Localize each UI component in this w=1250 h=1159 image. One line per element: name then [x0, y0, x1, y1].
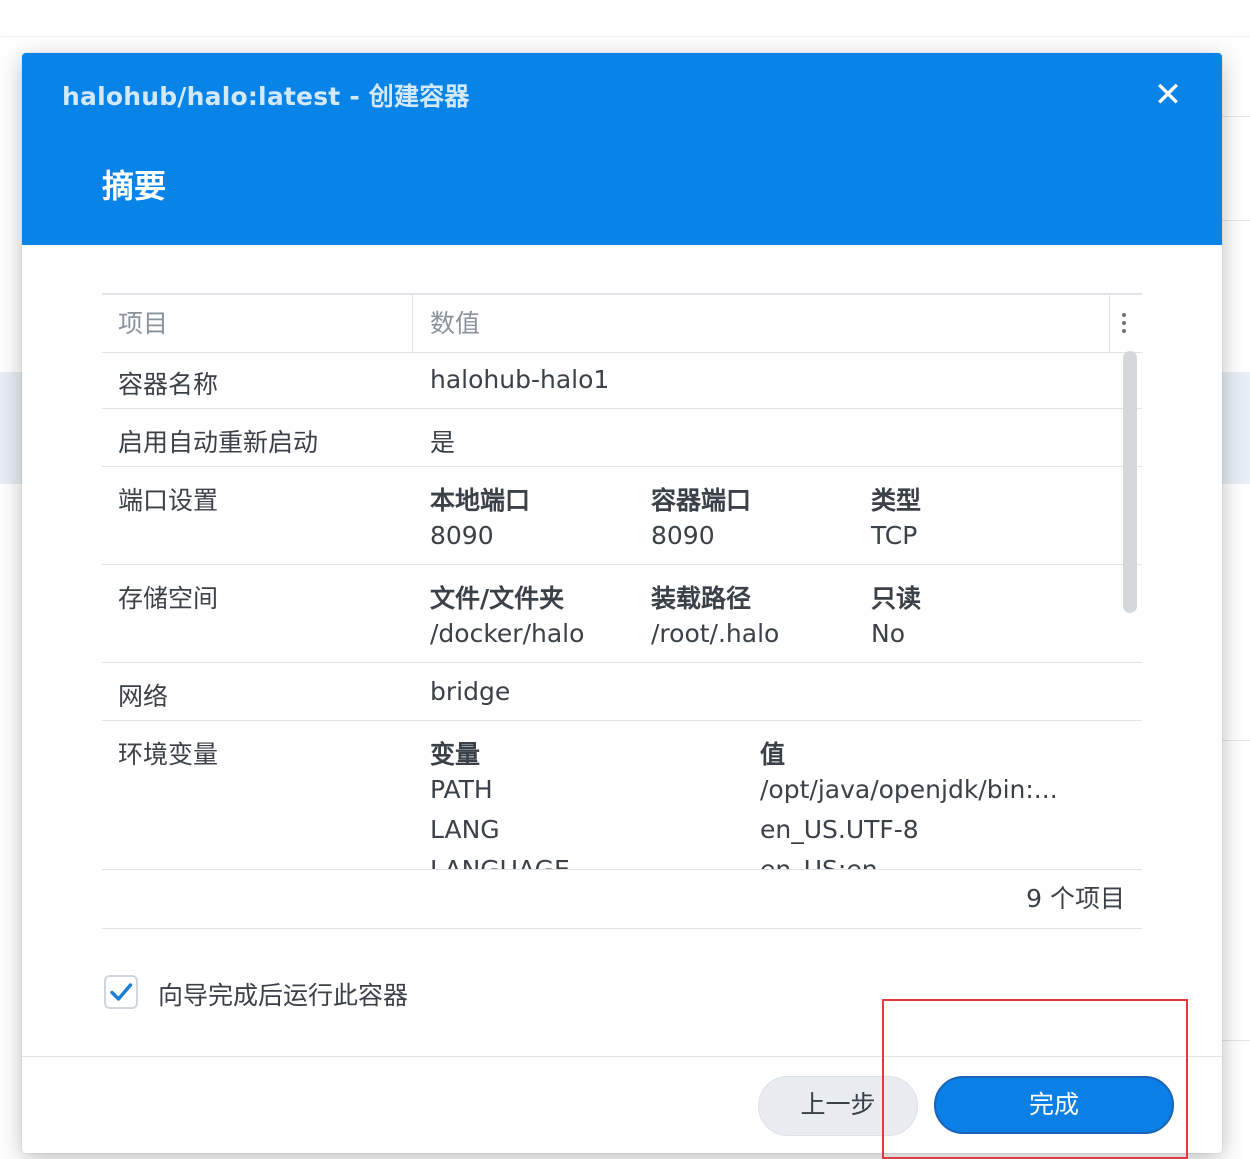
sub-header: 文件/文件夹 [430, 584, 565, 613]
env-var-name: PATH [430, 775, 493, 804]
port-container-value: 8090 [651, 521, 715, 550]
row-value: 是 [430, 428, 456, 457]
env-var-name: LANG [430, 815, 500, 844]
dialog-header: halohub/halo:latest - 创建容器 ✕ 摘要 [22, 53, 1222, 245]
item-count: 9 个项目 [1026, 884, 1125, 913]
table-row: 存储空间 文件/文件夹 装载路径 只读 /docker/halo /root/.… [102, 565, 1142, 663]
column-divider[interactable] [1109, 295, 1110, 352]
storage-folder-value: /docker/halo [430, 619, 585, 648]
summary-table: 项目 数值 容器名称 halohub-halo1 启用自动重新启动 是 端口设置… [102, 293, 1142, 929]
checkmark-icon [110, 983, 133, 1001]
table-row: 启用自动重新启动 是 [102, 409, 1142, 467]
env-var-value: en_US.UTF-8 [760, 815, 919, 844]
close-icon[interactable]: ✕ [1148, 75, 1188, 115]
storage-mount-path-value: /root/.halo [651, 619, 780, 648]
step-title: 摘要 [102, 167, 167, 205]
column-divider[interactable] [412, 295, 413, 352]
sub-header: 类型 [871, 486, 922, 515]
table-row: 网络 bridge [102, 663, 1142, 721]
row-label: 容器名称 [118, 370, 219, 399]
row-label: 存储空间 [118, 584, 219, 613]
env-var-value: en_US:en [760, 855, 878, 869]
sub-header: 值 [760, 740, 786, 769]
port-local-value: 8090 [430, 521, 494, 550]
sub-header: 容器端口 [651, 486, 752, 515]
sub-header: 只读 [871, 584, 922, 613]
row-label: 端口设置 [118, 486, 219, 515]
row-label: 启用自动重新启动 [118, 428, 319, 457]
sub-header: 本地端口 [430, 486, 531, 515]
dialog-title: halohub/halo:latest - 创建容器 [62, 82, 470, 111]
sub-header: 装载路径 [651, 584, 752, 613]
row-label: 环境变量 [118, 740, 219, 769]
column-header-item[interactable]: 项目 [118, 295, 168, 352]
table-header: 项目 数值 [102, 293, 1142, 353]
table-footer: 9 个项目 [102, 869, 1142, 929]
row-label: 网络 [118, 682, 169, 711]
more-options-icon[interactable] [1118, 309, 1130, 339]
port-type-value: TCP [871, 521, 918, 550]
run-after-wizard-checkbox[interactable] [104, 975, 138, 1009]
table-row: 环境变量 变量 值 PATH /opt/java/openjdk/bin:...… [102, 721, 1142, 869]
table-scrollbar[interactable] [1123, 351, 1137, 613]
highlight-box [882, 999, 1188, 1159]
table-body[interactable]: 容器名称 halohub-halo1 启用自动重新启动 是 端口设置 本地端口 … [102, 351, 1142, 869]
background-app-topbar [0, 0, 1250, 37]
env-var-name: LANGUAGE [430, 855, 570, 869]
row-value: bridge [430, 677, 511, 706]
table-row: 容器名称 halohub-halo1 [102, 351, 1142, 409]
env-var-value: /opt/java/openjdk/bin:... [760, 775, 1058, 804]
row-value: halohub-halo1 [430, 365, 610, 394]
column-header-value[interactable]: 数值 [430, 295, 480, 352]
run-after-wizard-label[interactable]: 向导完成后运行此容器 [158, 976, 408, 1012]
create-container-dialog: halohub/halo:latest - 创建容器 ✕ 摘要 项目 数值 容器… [22, 53, 1222, 1153]
storage-readonly-value: No [871, 619, 905, 648]
table-row: 端口设置 本地端口 容器端口 类型 8090 8090 TCP [102, 467, 1142, 565]
sub-header: 变量 [430, 740, 481, 769]
